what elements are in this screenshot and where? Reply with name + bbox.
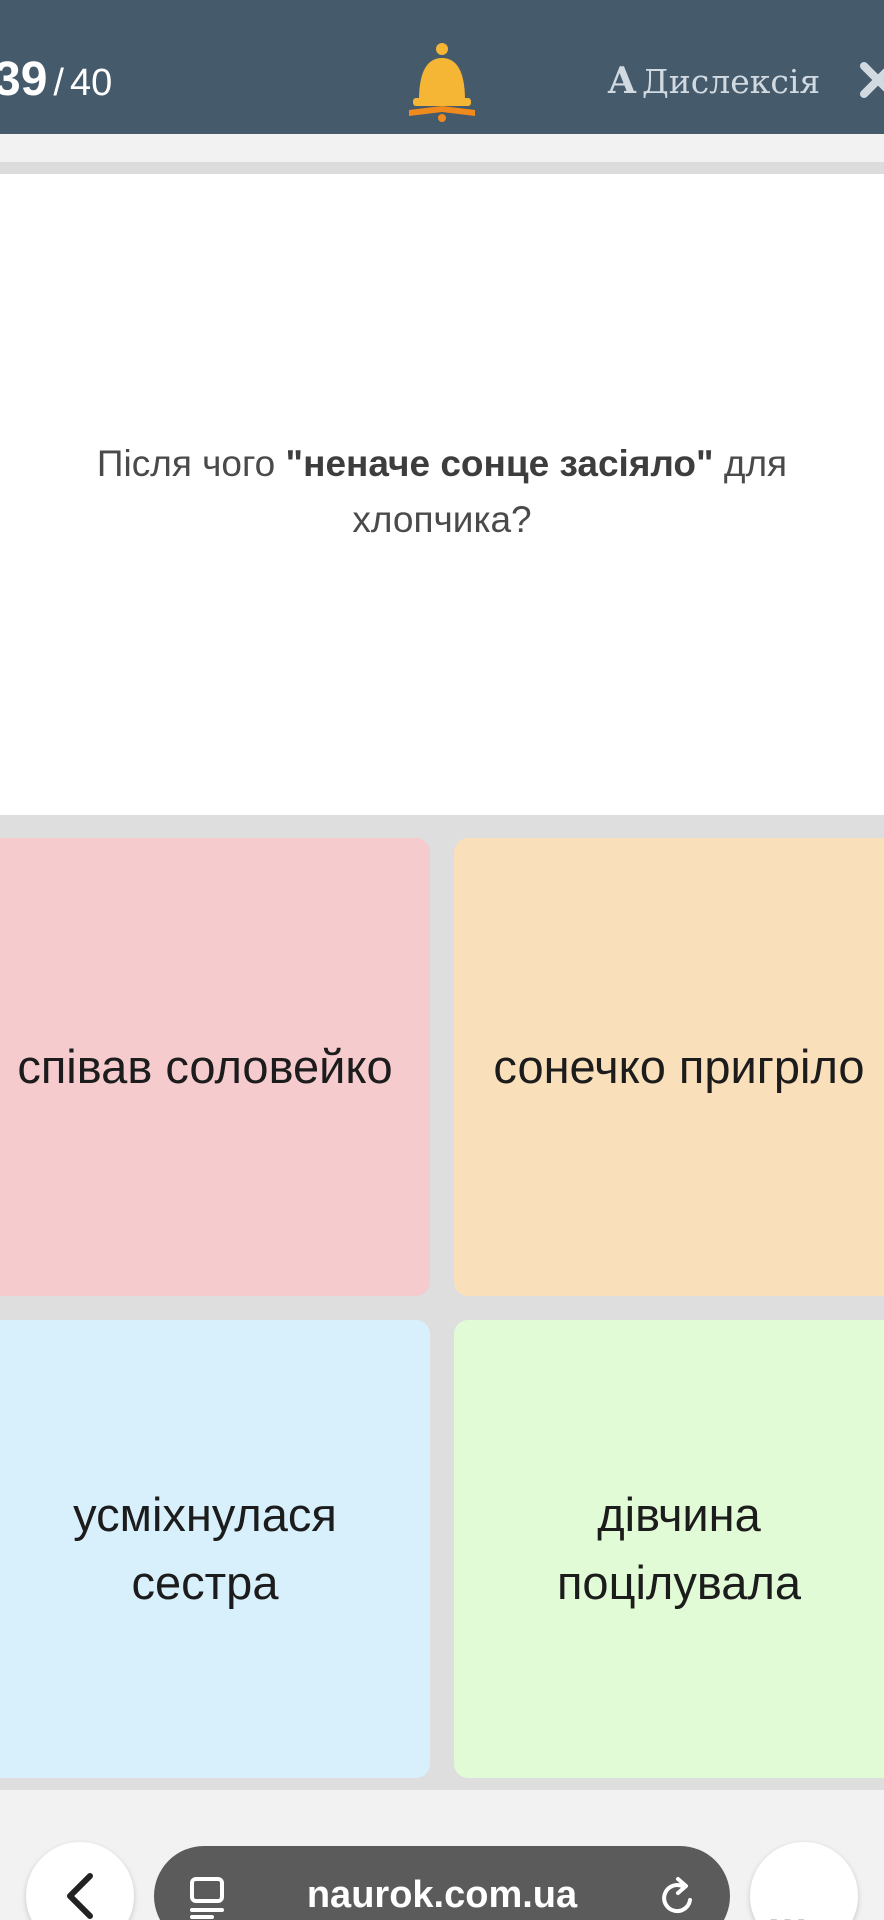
question-card: Після чого "неначе сонце засіяло" для хл… [0, 174, 884, 815]
divider-line [0, 162, 884, 174]
quiz-page: 39/40 A Дислексія Після чого "неначе сонц… [0, 0, 884, 1920]
answer-option-label: дівчина поцілувала [556, 1488, 802, 1609]
answer-option-1[interactable]: співав соловейко [0, 838, 430, 1296]
question-prefix: Після чого [96, 443, 286, 484]
answer-option-label: співав соловейко [17, 1040, 393, 1093]
reload-icon[interactable] [658, 1876, 698, 1920]
answer-option-label: усміхнулася сестра [73, 1488, 337, 1609]
more-dots-icon: ... [768, 1888, 810, 1920]
bell-book-icon [409, 43, 475, 122]
question-counter: 39/40 [0, 52, 112, 107]
question-highlight: "неначе сонце засіяло" [285, 443, 714, 484]
address-bar[interactable]: naurok.com.ua [154, 1846, 730, 1920]
url-text: naurok.com.ua [306, 1874, 578, 1916]
close-icon[interactable] [858, 60, 884, 100]
answer-option-4[interactable]: дівчина поцілувала [454, 1320, 884, 1778]
chevron-left-icon [67, 1873, 93, 1919]
answer-option-label: сонечко пригріло [493, 1040, 865, 1093]
question-current: 39 [0, 53, 48, 106]
dyslexia-label: Дислексія [641, 62, 821, 101]
question-text: Після чого "неначе сонце засіяло" для хл… [40, 436, 844, 548]
question-total: 40 [69, 62, 113, 104]
dyslexia-letter-icon: A [608, 60, 636, 102]
header-divider [0, 134, 884, 162]
answer-option-2[interactable]: сонечко пригріло [454, 838, 884, 1296]
quiz-header: 39/40 A Дислексія [0, 0, 884, 134]
dyslexia-toggle[interactable]: A Дислексія [608, 60, 820, 102]
question-separator: / [53, 62, 64, 104]
answer-option-3[interactable]: усміхнулася сестра [0, 1320, 430, 1778]
